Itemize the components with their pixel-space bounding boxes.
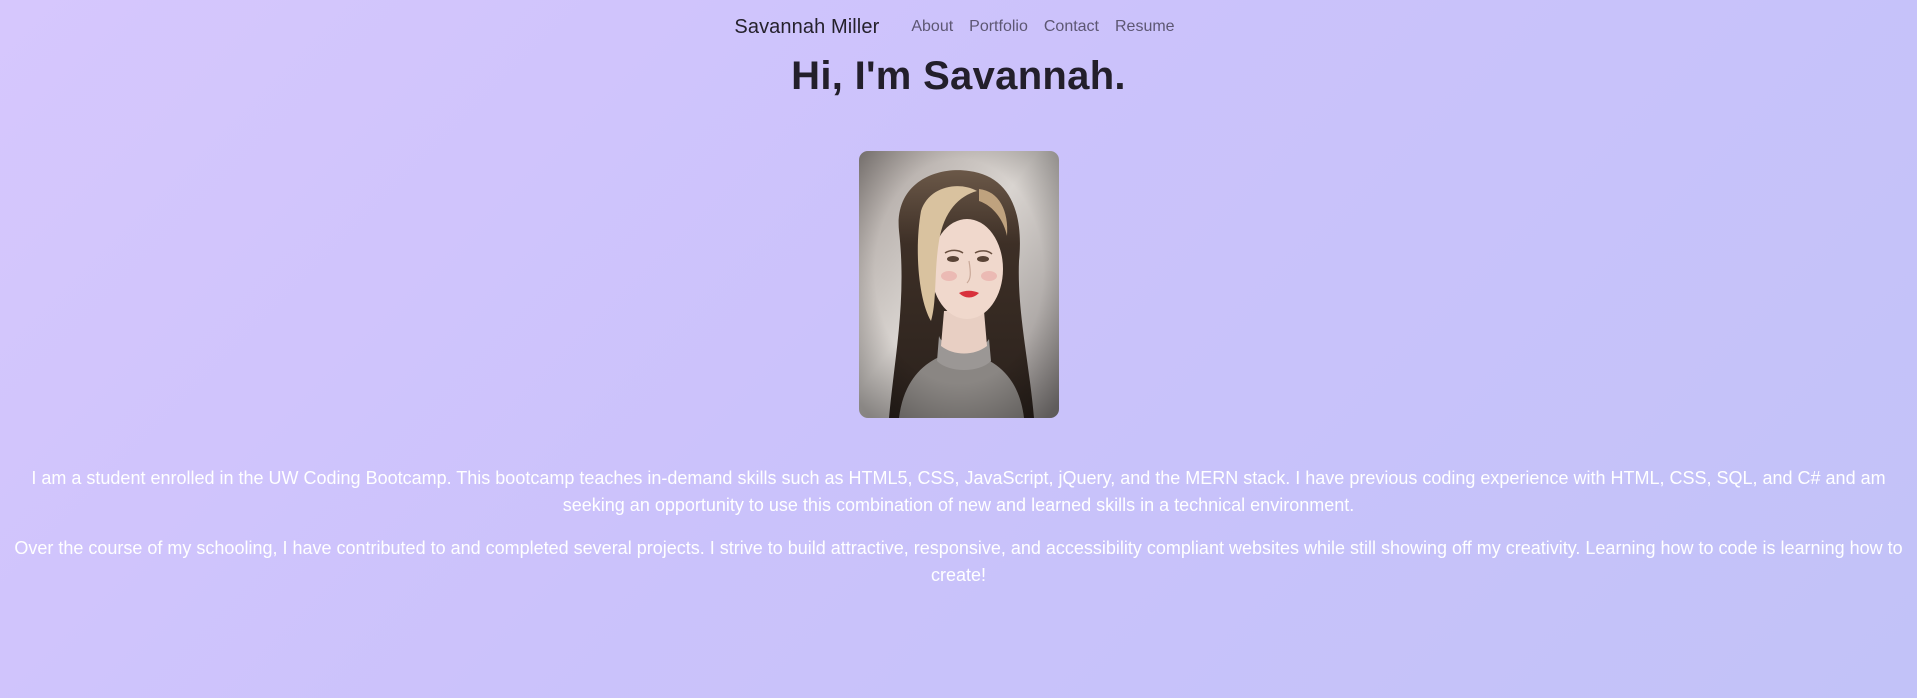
- nav-list: About Portfolio Contact Resume: [903, 18, 1182, 36]
- navbar: Savannah Miller About Portfolio Contact …: [0, 10, 1917, 44]
- nav-link-contact[interactable]: Contact: [1036, 18, 1107, 35]
- nav-item-portfolio: Portfolio: [961, 18, 1036, 36]
- profile-photo-illustration: [859, 151, 1059, 418]
- about-section: I am a student enrolled in the UW Coding…: [0, 465, 1917, 605]
- profile-photo: [859, 151, 1059, 418]
- nav-item-contact: Contact: [1036, 18, 1107, 36]
- brand-link[interactable]: Savannah Miller: [734, 16, 879, 39]
- nav-item-resume: Resume: [1107, 18, 1183, 36]
- nav-item-about: About: [903, 18, 961, 36]
- about-paragraph-2: Over the course of my schooling, I have …: [14, 538, 1903, 585]
- about-paragraph-1: I am a student enrolled in the UW Coding…: [31, 468, 1886, 515]
- page-title: Hi, I'm Savannah.: [791, 54, 1126, 98]
- nav-link-about[interactable]: About: [903, 18, 961, 35]
- nav-link-resume[interactable]: Resume: [1107, 18, 1183, 35]
- nav-link-portfolio[interactable]: Portfolio: [961, 18, 1036, 35]
